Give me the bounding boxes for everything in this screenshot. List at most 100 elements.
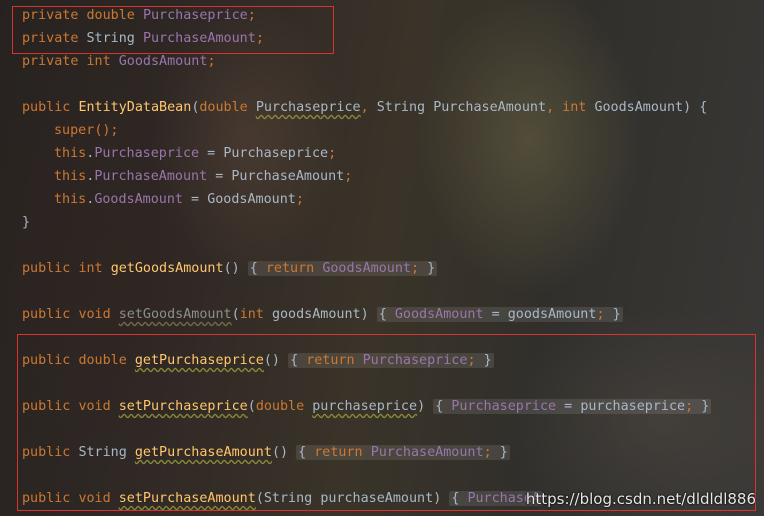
code-editor[interactable]: private double Purchaseprice; private St…: [0, 0, 764, 516]
code-line-constructor[interactable]: public EntityDataBean(double Purchasepri…: [22, 96, 707, 119]
paren: (: [247, 399, 256, 414]
param-name: Purchaseprice: [255, 100, 361, 115]
operator: =: [183, 192, 208, 207]
code-line-assign-goodsamount[interactable]: this.GoodsAmount = GoodsAmount;: [54, 188, 304, 211]
brace: }: [22, 215, 31, 230]
keyword: this: [54, 192, 87, 207]
brace: }: [701, 399, 710, 414]
field-name: PurchaseAmount: [142, 31, 256, 46]
field-name: Purchaseprice: [451, 399, 557, 414]
param-name: purchaseprice: [580, 399, 686, 414]
keyword: public: [22, 100, 71, 115]
brace: }: [499, 445, 508, 460]
keyword: public: [22, 445, 71, 460]
keyword: public: [22, 399, 71, 414]
method-name: getPurchaseprice: [134, 353, 264, 368]
semicolon: ;: [255, 31, 264, 46]
keyword: return: [265, 261, 315, 276]
field-name: GoodsAmount: [94, 192, 183, 207]
brace: }: [427, 261, 436, 276]
method-name: getGoodsAmount: [110, 261, 224, 276]
operator: =: [556, 399, 581, 414]
paren: (): [263, 353, 280, 368]
brace: }: [483, 353, 492, 368]
code-line-get-goodsamount[interactable]: public int getGoodsAmount() { return Goo…: [22, 257, 438, 280]
semicolon: ;: [483, 445, 492, 460]
code-line-assign-purchaseamount[interactable]: this.PurchaseAmount = PurchaseAmount;: [54, 165, 352, 188]
paren: (: [255, 491, 264, 506]
keyword: double: [78, 353, 127, 368]
code-line-field-goodsamount[interactable]: private int GoodsAmount;: [22, 50, 216, 73]
field-name: GoodsAmount: [118, 54, 208, 69]
paren: ) {: [683, 100, 708, 115]
field-name: PurchaseAmount: [94, 169, 208, 184]
method-name: setGoodsAmount: [118, 307, 232, 322]
code-line-field-purchaseprice[interactable]: private double Purchaseprice;: [22, 4, 256, 27]
keyword: int: [78, 261, 103, 276]
keyword: int: [562, 100, 587, 115]
keyword: double: [199, 100, 248, 115]
comma: ,: [360, 100, 369, 115]
field-name: GoodsAmount: [322, 261, 411, 276]
keyword: private: [22, 54, 79, 69]
brace: {: [298, 445, 307, 460]
keyword: void: [78, 307, 111, 322]
paren: ): [433, 491, 442, 506]
keyword: return: [306, 353, 355, 368]
paren: (): [223, 261, 240, 276]
method-name: setPurchaseAmount: [118, 491, 256, 506]
code-line-set-purchaseamount[interactable]: public void setPurchaseAmount(String pur…: [22, 487, 542, 510]
semicolon: ;: [596, 307, 605, 322]
punctuation: ();: [94, 123, 119, 138]
keyword: public: [22, 353, 71, 368]
folded-method-body[interactable]: { return Purchaseprice; }: [288, 353, 494, 368]
keyword: double: [86, 8, 135, 23]
param-name: GoodsAmount: [207, 192, 296, 207]
keyword: super: [54, 123, 95, 138]
code-line-constructor-end[interactable]: }: [22, 211, 30, 234]
semicolon: ;: [685, 399, 694, 414]
keyword: this: [54, 146, 87, 161]
type-name: String: [376, 100, 426, 115]
param-name: goodsAmount: [271, 307, 361, 322]
paren: ): [360, 307, 369, 322]
operator: =: [483, 307, 508, 322]
keyword: private: [22, 8, 79, 23]
folded-method-body[interactable]: { Purchaseprice = purchaseprice; }: [433, 399, 712, 414]
comma: ,: [546, 100, 555, 115]
keyword: public: [22, 491, 71, 506]
field-name: PurchaseAmount: [370, 445, 484, 460]
semicolon: ;: [467, 353, 476, 368]
keyword: double: [255, 399, 305, 414]
paren: ): [417, 399, 426, 414]
code-line-set-purchaseprice[interactable]: public void setPurchaseprice(double purc…: [22, 395, 712, 418]
paren: (: [231, 307, 240, 322]
code-line-set-goodsamount[interactable]: public void setGoodsAmount(int goodsAmou…: [22, 303, 623, 326]
type-name: String: [86, 31, 135, 46]
method-name: EntityDataBean: [78, 100, 192, 115]
folded-method-body[interactable]: { GoodsAmount = goodsAmount; }: [376, 307, 623, 322]
keyword: return: [314, 445, 363, 460]
keyword: void: [78, 491, 111, 506]
semicolon: ;: [247, 8, 256, 23]
folded-method-body[interactable]: { return GoodsAmount; }: [247, 261, 438, 276]
field-name: Purchaseprice: [94, 146, 200, 161]
type-name: String: [78, 445, 127, 460]
code-line-field-purchaseamount[interactable]: private String PurchaseAmount;: [22, 27, 264, 50]
field-name: Purchaseprice: [142, 8, 248, 23]
folded-method-body[interactable]: { return PurchaseAmount; }: [296, 445, 510, 460]
code-line-get-purchaseamount[interactable]: public String getPurchaseAmount() { retu…: [22, 441, 510, 464]
brace: {: [435, 399, 444, 414]
keyword: private: [22, 31, 79, 46]
code-line-super[interactable]: super();: [54, 119, 119, 142]
paren: (): [271, 445, 289, 460]
keyword: int: [86, 54, 111, 69]
semicolon: ;: [328, 146, 337, 161]
method-name: getPurchaseAmount: [134, 445, 272, 460]
type-name: String: [263, 491, 313, 506]
operator: =: [199, 146, 224, 161]
code-line-get-purchaseprice[interactable]: public double getPurchaseprice() { retur…: [22, 349, 494, 372]
brace: {: [249, 261, 258, 276]
code-line-assign-purchaseprice[interactable]: this.Purchaseprice = Purchaseprice;: [54, 142, 336, 165]
brace: {: [290, 353, 299, 368]
